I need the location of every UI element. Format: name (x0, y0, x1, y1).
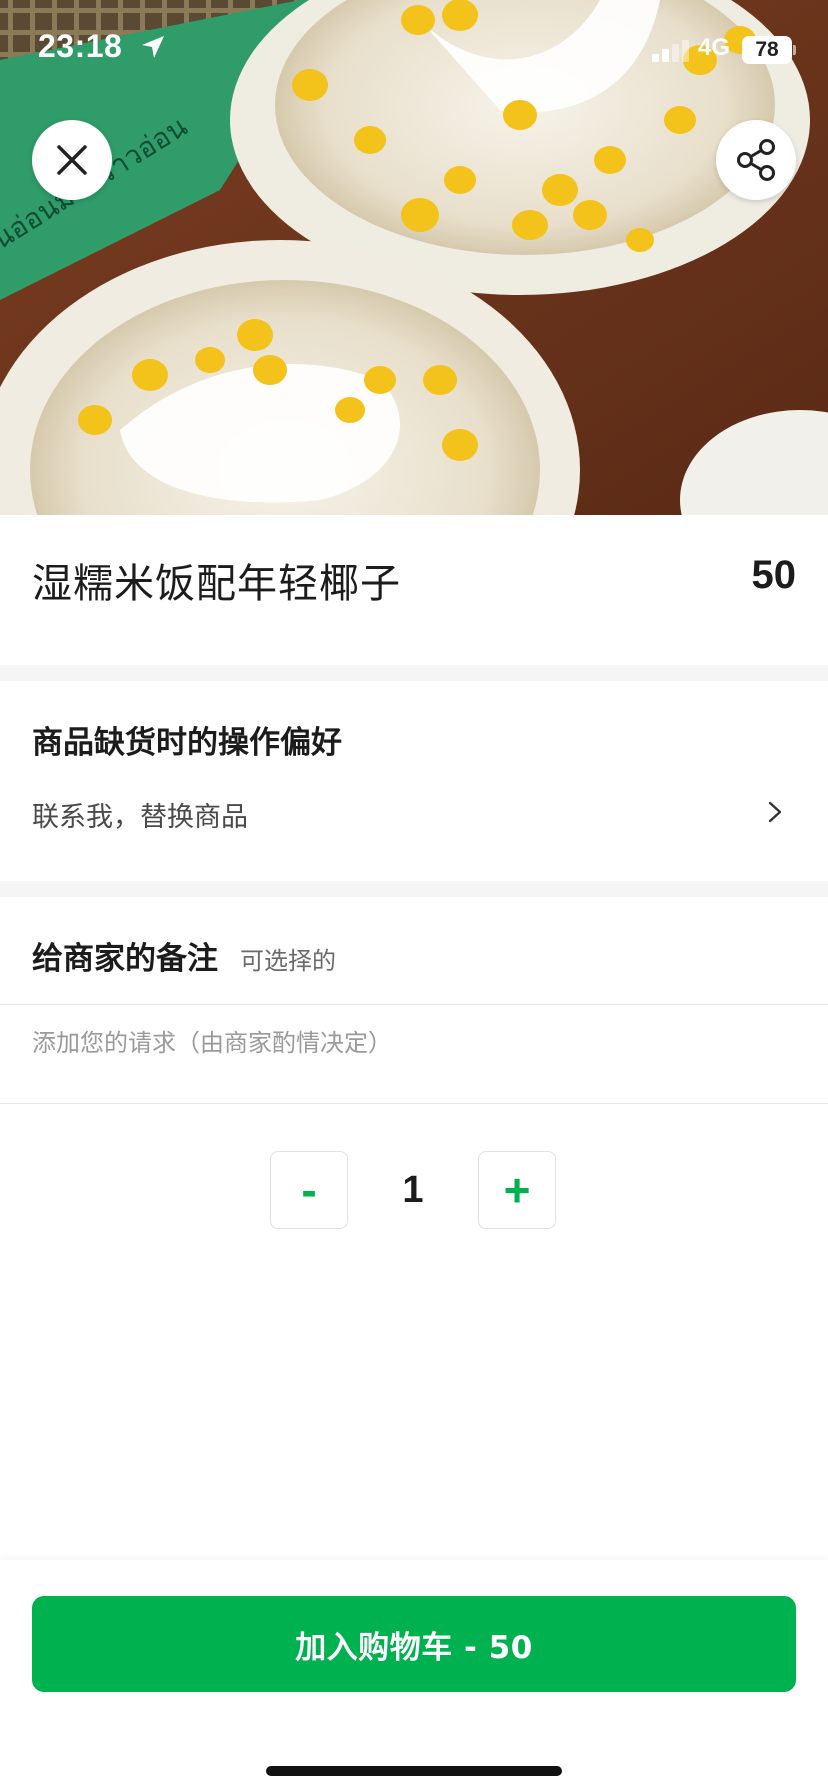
out-of-stock-value: 联系我，替换商品 (32, 802, 248, 833)
chevron-right-icon (768, 801, 782, 823)
section-divider (0, 665, 828, 681)
home-indicator (266, 1766, 562, 1776)
merchant-note-input[interactable] (32, 1005, 796, 1081)
share-button[interactable] (716, 120, 796, 200)
network-type: 4G (698, 34, 731, 61)
merchant-note-heading: 给商家的备注 (32, 941, 218, 977)
out-of-stock-option[interactable]: 联系我，替换商品 (0, 771, 828, 855)
bottom-bar: 加入购物车 - 50 (0, 1560, 828, 1792)
status-bar: 23:18 4G 78 (0, 0, 828, 100)
note-divider (0, 1103, 828, 1104)
close-icon (57, 145, 87, 175)
section-divider (0, 881, 828, 897)
battery-tip (793, 45, 796, 55)
battery-icon: 78 (742, 36, 792, 64)
merchant-note-section: 给商家的备注 可选择的 (0, 897, 828, 1104)
out-of-stock-heading: 商品缺货时的操作偏好 (32, 725, 342, 761)
increase-quantity-button[interactable]: + (478, 1151, 556, 1229)
location-arrow-icon (142, 36, 164, 58)
product-price: 50 (751, 553, 797, 597)
share-icon (737, 139, 775, 181)
quantity-value: 1 (402, 1169, 424, 1211)
optional-label: 可选择的 (240, 947, 336, 975)
add-to-cart-button[interactable]: 加入购物车 - 50 (32, 1596, 796, 1692)
product-header: 湿糯米饭配年轻椰子 50 (0, 515, 828, 665)
signal-icon (652, 40, 689, 62)
decrease-quantity-button[interactable]: - (270, 1151, 348, 1229)
product-title: 湿糯米饭配年轻椰子 (32, 561, 401, 607)
out-of-stock-section: 商品缺货时的操作偏好 联系我，替换商品 (0, 681, 828, 881)
status-time: 23:18 (38, 28, 123, 64)
close-button[interactable] (32, 120, 112, 200)
quantity-stepper: - 1 + (270, 1151, 558, 1231)
